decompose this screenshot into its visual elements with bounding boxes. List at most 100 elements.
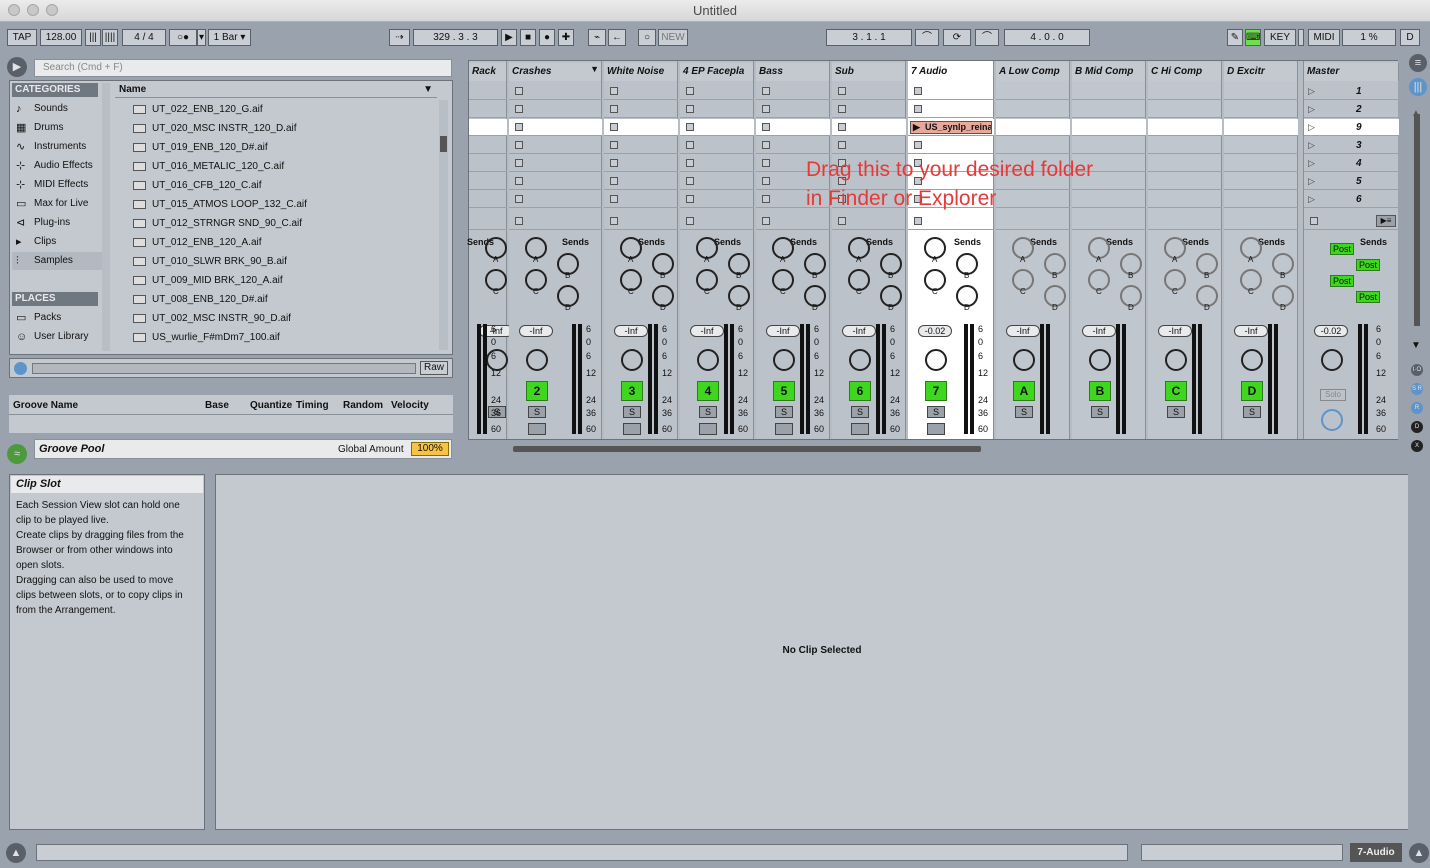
clip-slot[interactable]: [469, 137, 507, 154]
track-name[interactable]: Bass: [756, 63, 830, 81]
scene-slot[interactable]: ▷ 1: [1304, 83, 1399, 100]
category-item[interactable]: ▭ Max for Live: [12, 195, 102, 213]
loop-switch-button[interactable]: ⟳: [943, 29, 971, 46]
clip-slot[interactable]: [1148, 191, 1222, 208]
pan-knob[interactable]: [697, 349, 719, 371]
clip-stop-button[interactable]: [610, 105, 618, 113]
clip-slot[interactable]: [832, 119, 906, 136]
pan-knob[interactable]: [1089, 349, 1111, 371]
clip-slot[interactable]: [908, 83, 994, 100]
clip-slot[interactable]: [908, 101, 994, 118]
volume-field[interactable]: -Inf: [1158, 325, 1192, 337]
clip-slot[interactable]: [680, 101, 754, 118]
clip-play-icon[interactable]: ▶: [913, 122, 920, 133]
file-item[interactable]: UT_012_STRNGR SND_90_C.aif: [130, 214, 430, 233]
clip-slot[interactable]: [469, 83, 507, 100]
draw-mode-button[interactable]: ✎: [1227, 29, 1243, 46]
clip-stop-button[interactable]: [610, 123, 618, 131]
clip-slot[interactable]: [680, 119, 754, 136]
loop-start-field[interactable]: 3 . 1 . 1: [826, 29, 912, 46]
clip-stop-button[interactable]: [686, 141, 694, 149]
quantize-menu[interactable]: 1 Bar ▾: [208, 29, 251, 46]
clip-slot[interactable]: [680, 83, 754, 100]
detail-toggle-icon[interactable]: ▲: [1409, 843, 1429, 863]
clip-slot[interactable]: [1224, 137, 1298, 154]
file-item[interactable]: UT_012_ENB_120_A.aif: [130, 233, 430, 252]
file-item[interactable]: UT_009_MID BRK_120_A.aif: [130, 271, 430, 290]
clip-slot[interactable]: [509, 101, 602, 118]
clip-slot[interactable]: [604, 101, 678, 118]
solo-button[interactable]: S: [1167, 406, 1185, 418]
category-item[interactable]: ⊹ MIDI Effects: [12, 176, 102, 194]
delay-toggle-icon[interactable]: D: [1411, 421, 1423, 433]
selected-track-label[interactable]: 7-Audio: [1350, 843, 1402, 862]
stop-button[interactable]: ■: [520, 29, 536, 46]
groove-toggle-icon[interactable]: ≈: [7, 444, 27, 464]
clip-stop-button[interactable]: [610, 195, 618, 203]
clip-stop-button[interactable]: [762, 195, 770, 203]
clip-slot[interactable]: [1072, 101, 1146, 118]
session-view-icon[interactable]: |||: [1409, 78, 1427, 96]
io-toggle-icon[interactable]: I·O: [1411, 364, 1423, 376]
post-button[interactable]: Post: [1356, 259, 1380, 271]
file-item[interactable]: UT_008_ENB_120_D#.aif: [130, 290, 430, 309]
clip-slot[interactable]: [1224, 83, 1298, 100]
clip-slot[interactable]: [604, 83, 678, 100]
pan-knob[interactable]: [925, 349, 947, 371]
clip-slot[interactable]: [996, 101, 1070, 118]
solo-button[interactable]: S: [699, 406, 717, 418]
clip-slot[interactable]: [1148, 155, 1222, 172]
clip-stop-button[interactable]: [838, 87, 846, 95]
scene-launch-icon[interactable]: ▷: [1308, 86, 1315, 97]
sends-toggle-icon[interactable]: S R: [1411, 383, 1423, 395]
solo-button[interactable]: S: [1243, 406, 1261, 418]
arm-button[interactable]: [528, 423, 546, 435]
clip-slot[interactable]: [680, 191, 754, 208]
stop-all-button[interactable]: [610, 217, 618, 225]
clip-slot[interactable]: [1224, 191, 1298, 208]
clip-stop-button[interactable]: [762, 141, 770, 149]
post-button[interactable]: Post: [1356, 291, 1380, 303]
track-activator-button[interactable]: 3: [621, 381, 643, 401]
clip-stop-button[interactable]: [515, 105, 523, 113]
clip-stop-button[interactable]: [610, 177, 618, 185]
clip-slot[interactable]: [832, 101, 906, 118]
arm-button[interactable]: [851, 423, 869, 435]
clip-slot[interactable]: [832, 83, 906, 100]
clip-stop-button[interactable]: [610, 87, 618, 95]
scene-launch-icon[interactable]: ▷: [1308, 122, 1315, 133]
track-activator-button[interactable]: 2: [526, 381, 548, 401]
clip-stop-button[interactable]: [610, 159, 618, 167]
time-signature-field[interactable]: 4 / 4: [122, 29, 166, 46]
category-item[interactable]: ⊲ Plug-ins: [12, 214, 102, 232]
clip-slot[interactable]: [604, 137, 678, 154]
track-name[interactable]: 4 EP Facepla: [680, 63, 754, 81]
scene-slot[interactable]: ▷ 4: [1304, 155, 1399, 172]
place-item[interactable]: ☺ User Library: [12, 328, 102, 346]
record-button[interactable]: ●: [539, 29, 555, 46]
file-item[interactable]: UT_020_MSC INSTR_120_D.aif: [130, 119, 430, 138]
clip-slot[interactable]: [509, 119, 602, 136]
stop-all-button[interactable]: [762, 217, 770, 225]
solo-button[interactable]: S: [927, 406, 945, 418]
stop-all-button[interactable]: [686, 217, 694, 225]
clip-stop-button[interactable]: [762, 159, 770, 167]
clip-slot[interactable]: [1072, 137, 1146, 154]
clip-slot[interactable]: [1224, 155, 1298, 172]
clip-stop-button[interactable]: [686, 87, 694, 95]
solo-button[interactable]: S: [851, 406, 869, 418]
cue-volume-knob[interactable]: [1321, 409, 1343, 431]
waveform-preview[interactable]: [32, 363, 416, 374]
clip-slot[interactable]: [469, 155, 507, 172]
file-item[interactable]: UT_015_ATMOS LOOP_132_C.aif: [130, 195, 430, 214]
clip-slot[interactable]: [756, 83, 830, 100]
scene-slot[interactable]: ▷ 9: [1304, 119, 1399, 136]
clip-slot[interactable]: [469, 173, 507, 190]
clip-slot[interactable]: [756, 101, 830, 118]
category-scrollbar[interactable]: [102, 83, 110, 351]
file-item[interactable]: US_wurlie_F#mDm7_100.aif: [130, 328, 430, 347]
scene-launch-icon[interactable]: ▷: [1308, 140, 1315, 151]
category-item[interactable]: ⫶ Samples: [12, 252, 102, 270]
stop-all-button[interactable]: [838, 217, 846, 225]
file-item[interactable]: UT_016_METALIC_120_C.aif: [130, 157, 430, 176]
